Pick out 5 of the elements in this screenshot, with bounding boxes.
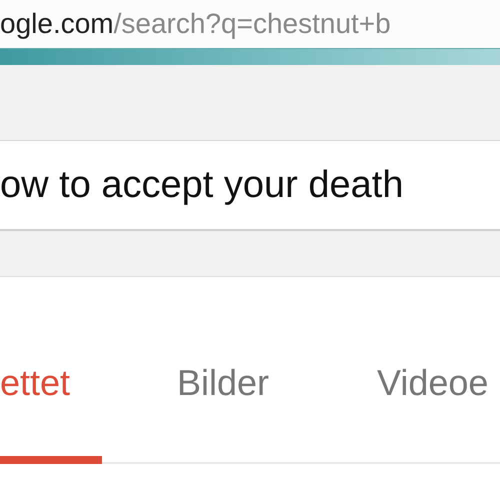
address-field[interactable]: ogle.com/search?q=chestnut+b [0,0,500,49]
tab[interactable]: ettet [0,332,102,464]
tab[interactable]: Bilder [177,332,302,464]
tab[interactable]: Videoe [377,332,488,464]
search-field[interactable]: ow to accept your death [0,140,500,231]
